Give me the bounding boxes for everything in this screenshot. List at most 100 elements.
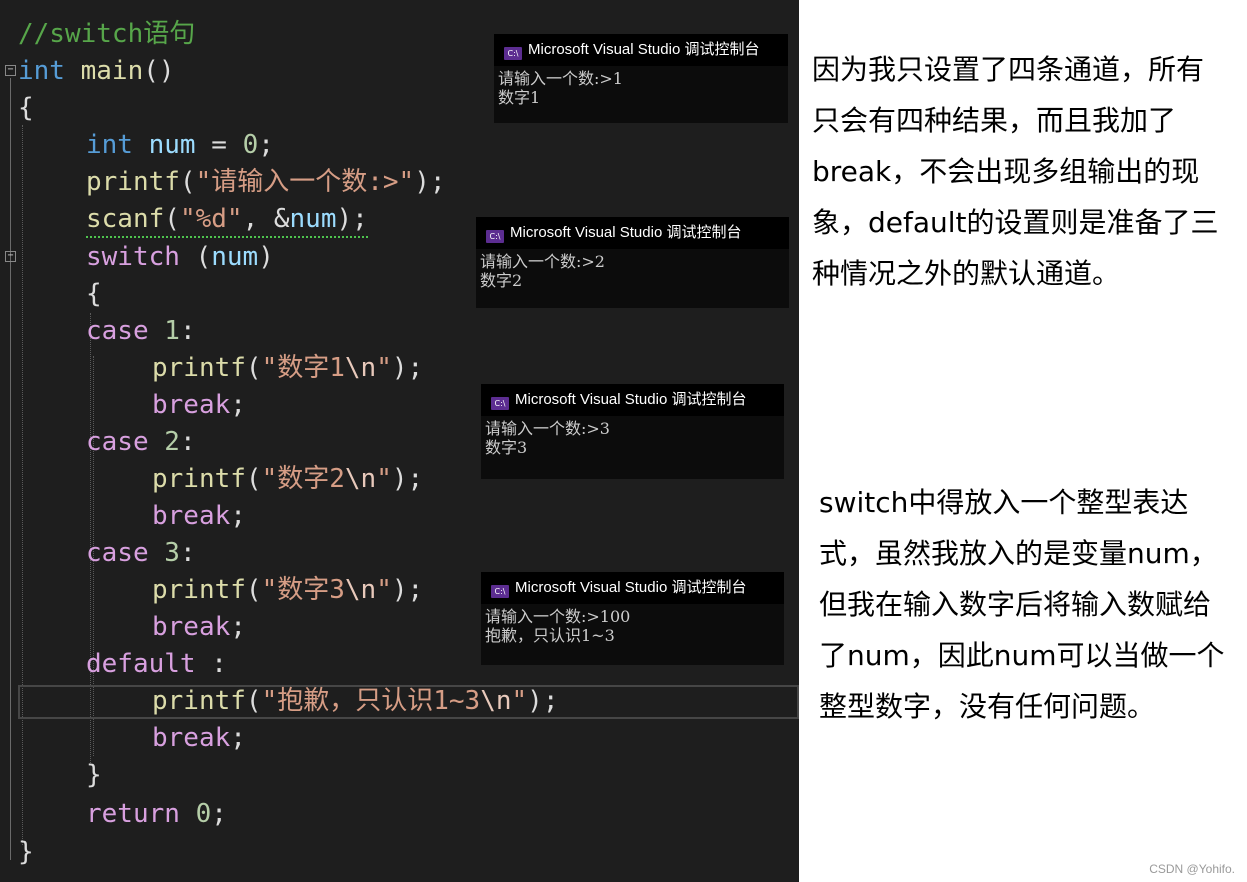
control-keyword: switch	[86, 242, 180, 272]
console-title-bar[interactable]: C:\ Microsoft Visual Studio 调试控制台	[494, 34, 788, 66]
note-line: 种情况之外的默认通道。	[812, 257, 1121, 290]
note-line: break，不会出现多组输出的现	[812, 155, 1200, 188]
code-line-break: break;	[152, 609, 246, 645]
console-output: 请输入一个数:>2 数字2	[480, 252, 605, 290]
string-literal: "	[376, 575, 392, 605]
note-line: 但我在输入数字后将输入数赋给	[819, 588, 1212, 621]
code-line-case: case 1:	[86, 313, 196, 349]
punctuation: :	[179, 316, 196, 346]
code-line-printf: printf("数字1\n");	[152, 350, 423, 386]
escape-sequence: \n	[344, 575, 377, 605]
number-literal: 1	[164, 316, 180, 346]
punctuation: (	[245, 353, 262, 383]
function-name: scanf	[86, 204, 165, 234]
function-name: printf	[152, 353, 246, 383]
code-comment: //switch语句	[18, 19, 196, 49]
code-line-printf: printf("抱歉，只认识1~3\n");	[152, 683, 558, 719]
control-keyword: case	[86, 427, 149, 457]
keyword: int	[18, 56, 65, 86]
control-keyword: break	[152, 501, 231, 531]
console-window[interactable]: C:\ Microsoft Visual Studio 调试控制台 请输入一个数:…	[481, 384, 784, 479]
code-line-printf: printf("数字3\n");	[152, 572, 423, 608]
console-title-bar[interactable]: C:\ Microsoft Visual Studio 调试控制台	[481, 572, 784, 604]
punctuation: {	[18, 93, 34, 123]
console-title: Microsoft Visual Studio 调试控制台	[528, 41, 760, 58]
punctuation: ;	[230, 501, 246, 531]
function-name: printf	[86, 167, 180, 197]
string-literal: "请输入一个数:>"	[195, 167, 415, 197]
code-line-brace: {	[18, 90, 34, 126]
string-literal: "数字2	[261, 464, 345, 494]
code-line-break: break;	[152, 720, 246, 756]
string-literal: "	[511, 686, 528, 716]
escape-sequence: \n	[480, 686, 512, 716]
code-line-break: break;	[152, 387, 246, 423]
note-line: 了num，因此num可以当做一个	[819, 639, 1225, 672]
control-keyword: default	[86, 649, 196, 679]
punctuation: );	[527, 686, 559, 716]
visual-studio-icon: C:\	[491, 397, 509, 410]
variable: num	[211, 242, 259, 272]
string-literal: "%d"	[179, 204, 243, 234]
console-title-bar[interactable]: C:\ Microsoft Visual Studio 调试控制台	[476, 217, 789, 249]
code-line-brace: }	[86, 757, 102, 793]
number-literal: 0	[195, 799, 212, 829]
punctuation: )	[258, 242, 274, 272]
code-line-printf: printf("数字2\n");	[152, 461, 423, 497]
code-line-case: case 3:	[86, 535, 196, 571]
punctuation: , &	[242, 204, 290, 234]
fold-minus-icon[interactable]: −	[5, 65, 16, 76]
control-keyword: return	[86, 799, 180, 829]
note-line: 象，default的设置则是准备了三	[812, 206, 1219, 239]
punctuation: ()	[143, 56, 175, 86]
punctuation: );	[391, 464, 424, 494]
control-keyword: break	[152, 612, 231, 642]
code-line-brace: }	[18, 834, 34, 870]
punctuation: {	[86, 279, 102, 309]
function-name: main	[80, 56, 144, 86]
function-name: printf	[152, 575, 246, 605]
punctuation: :	[195, 649, 227, 679]
console-output: 请输入一个数:>100 抱歉，只认识1~3	[485, 607, 631, 645]
note-top: 因为我只设置了四条通道，所有 只会有四种结果，而且我加了 break，不会出现多…	[812, 44, 1242, 299]
console-title: Microsoft Visual Studio 调试控制台	[515, 391, 747, 408]
code-line-brace: {	[86, 276, 102, 312]
console-output: 请输入一个数:>3 数字3	[485, 419, 610, 457]
control-keyword: case	[86, 316, 149, 346]
console-title: Microsoft Visual Studio 调试控制台	[510, 224, 742, 241]
fold-minus-icon[interactable]: −	[5, 251, 16, 262]
control-keyword: break	[152, 390, 231, 420]
punctuation: ;	[211, 799, 227, 829]
code-line-printf-prompt: printf("请输入一个数:>");	[86, 164, 446, 200]
punctuation: (	[245, 575, 262, 605]
punctuation: ;	[230, 612, 246, 642]
number-literal: 3	[164, 538, 180, 568]
console-output: 请输入一个数:>1 数字1	[498, 69, 623, 107]
variable: num	[289, 204, 337, 234]
visual-studio-icon: C:\	[504, 47, 522, 60]
string-literal: "数字3	[261, 575, 345, 605]
note-line: 整型数字，没有任何问题。	[819, 690, 1156, 723]
punctuation: );	[391, 575, 424, 605]
visual-studio-icon: C:\	[486, 230, 504, 243]
code-line-main: int main()	[18, 53, 175, 89]
punctuation: :	[179, 538, 196, 568]
punctuation: ;	[258, 130, 274, 160]
console-window[interactable]: C:\ Microsoft Visual Studio 调试控制台 请输入一个数:…	[494, 34, 788, 123]
console-title: Microsoft Visual Studio 调试控制台	[515, 579, 747, 596]
console-window[interactable]: C:\ Microsoft Visual Studio 调试控制台 请输入一个数:…	[481, 572, 784, 665]
note-bottom: switch中得放入一个整型表达 式，虽然我放入的是变量num， 但我在输入数字…	[819, 477, 1243, 732]
function-name: printf	[152, 464, 246, 494]
function-name: printf	[152, 686, 246, 716]
punctuation: ;	[230, 723, 246, 753]
punctuation: (	[245, 464, 262, 494]
warning-squiggle[interactable]	[86, 233, 368, 238]
console-title-bar[interactable]: C:\ Microsoft Visual Studio 调试控制台	[481, 384, 784, 416]
punctuation: );	[336, 204, 368, 234]
code-line-case: case 2:	[86, 424, 196, 460]
punctuation: =	[195, 130, 243, 160]
console-window[interactable]: C:\ Microsoft Visual Studio 调试控制台 请输入一个数:…	[476, 217, 789, 308]
note-line: 因为我只设置了四条通道，所有	[812, 53, 1205, 86]
escape-sequence: \n	[344, 464, 377, 494]
code-line-return: return 0;	[86, 796, 227, 832]
